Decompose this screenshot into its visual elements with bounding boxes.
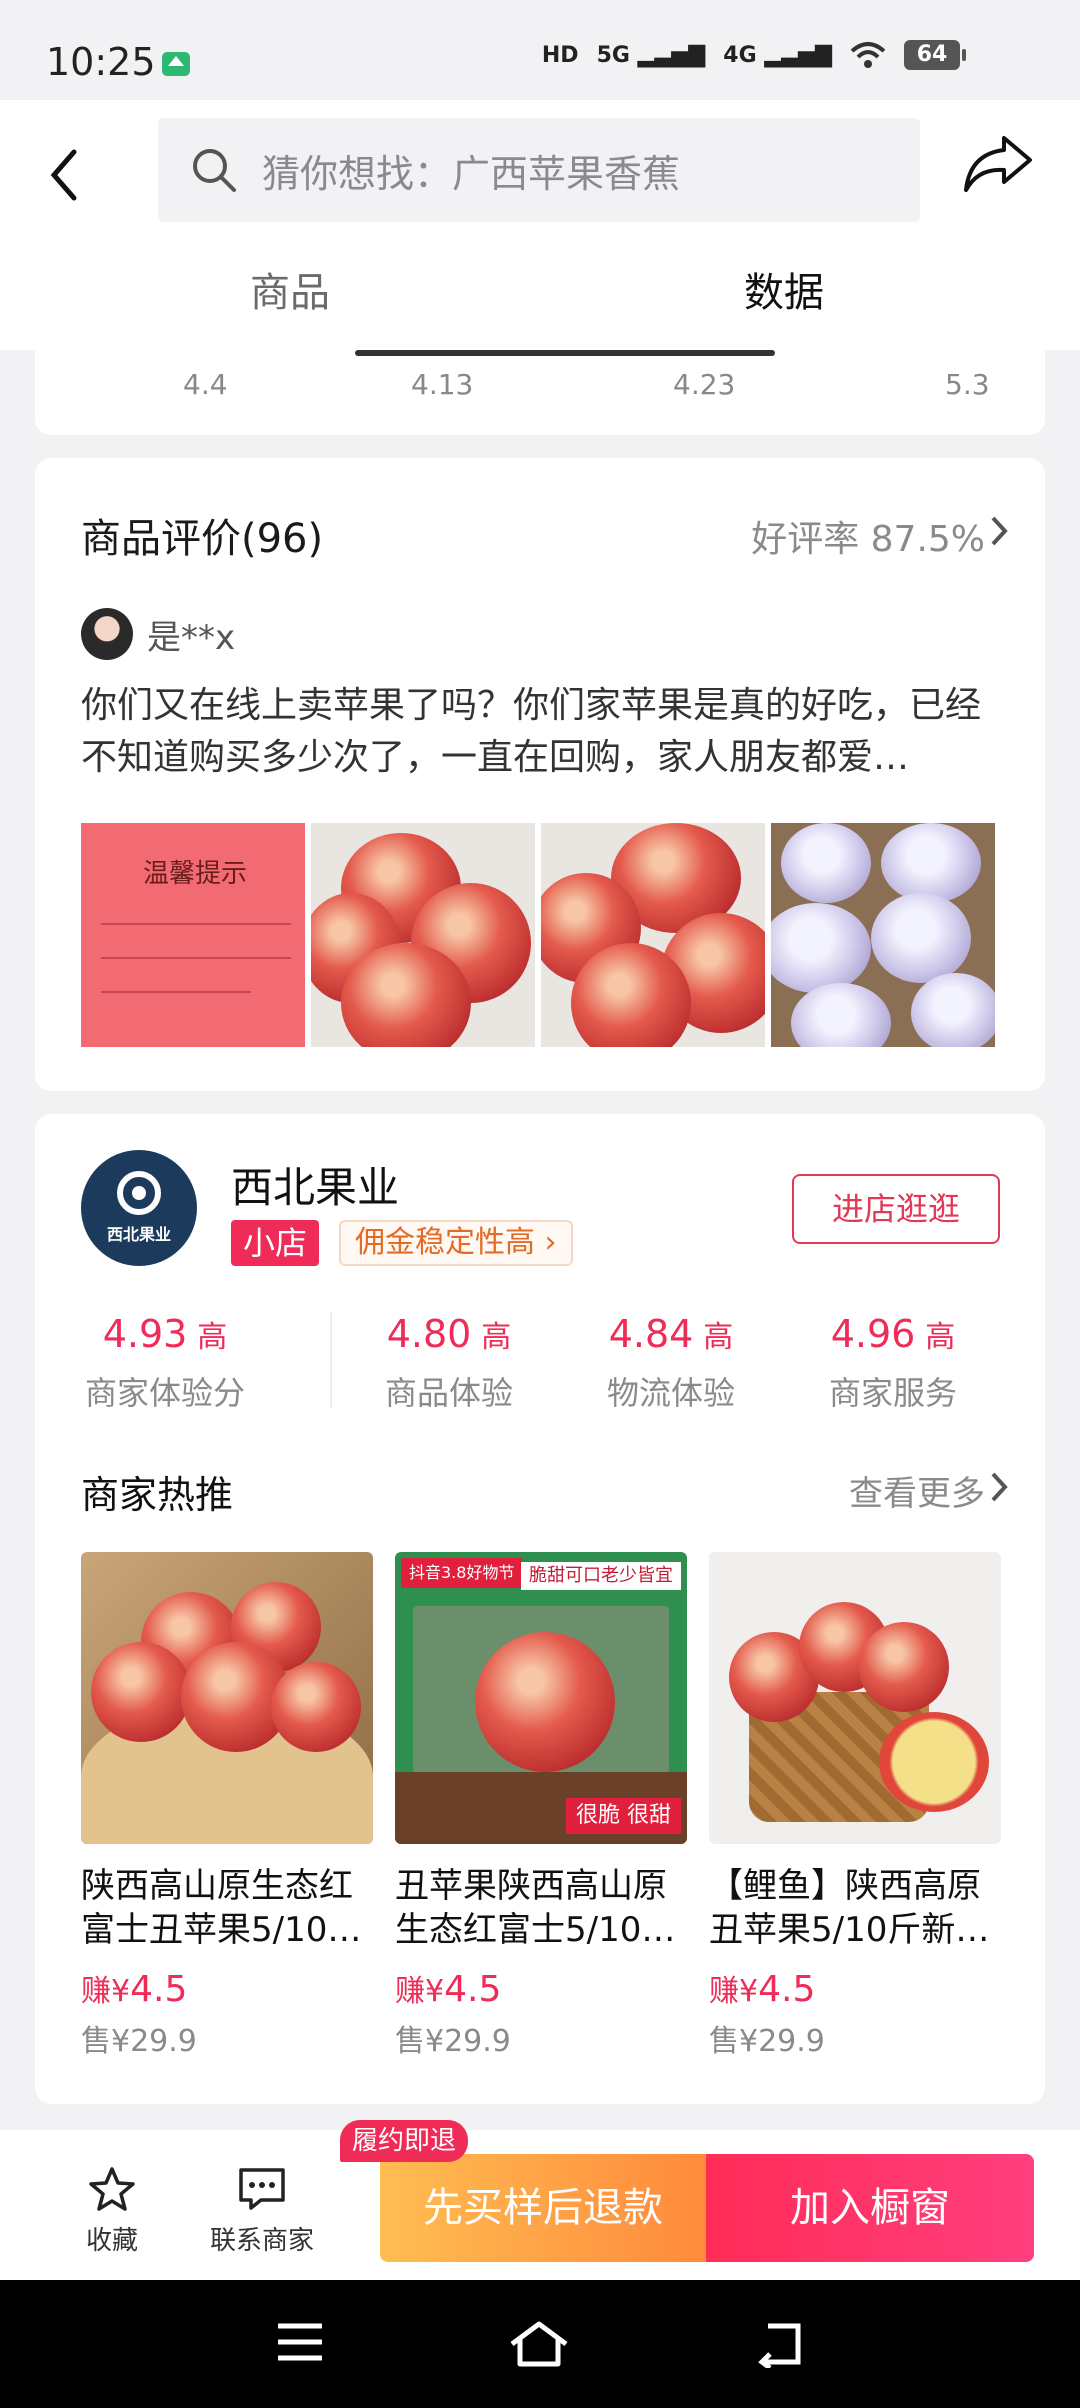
sales-chart-card: 4.4 4.13 4.23 5.3 [35, 350, 1045, 435]
product-card[interactable]: 抖音3.8好物节 脆甜可口老少皆宜 很脆 很甜 丑苹果陕西高山原生态红富士5/1… [395, 1552, 687, 2060]
product-earn: 赚¥4.5 [81, 1969, 188, 2010]
commission-tag[interactable]: 佣金稳定性高 › [339, 1220, 573, 1266]
header: 猜你想找：广西苹果香蕉 商品 数据 [0, 100, 1080, 350]
search-placeholder: 猜你想找：广西苹果香蕉 [262, 151, 681, 196]
metric-logistics: 4.84 高 物流体验 [606, 1312, 735, 1412]
chart-x-tick: 4.13 [411, 368, 474, 401]
product-price: 售¥29.9 [81, 2024, 197, 2059]
metric-shop-score: 4.93 高 商家体验分 [84, 1312, 245, 1412]
back-nav-icon[interactable] [752, 2320, 804, 2368]
favorite-button[interactable]: 收藏 [86, 2166, 138, 2257]
fulfillment-badge: 履约即退 [340, 2120, 469, 2162]
menu-icon[interactable] [276, 2320, 324, 2364]
shop-logo[interactable]: 西北果业 [81, 1150, 197, 1266]
reviewer-name: 是**x [147, 618, 236, 658]
good-rate-link[interactable]: 好评率 87.5% [751, 510, 985, 562]
battery-icon: 64 [904, 40, 966, 70]
chevron-right-icon [991, 1472, 1008, 1502]
home-icon[interactable] [508, 2320, 570, 2368]
chevron-right-icon [991, 516, 1008, 546]
status-indicators: HD 5G ▂▃▅▇ 4G ▂▃▅▇ 64 [541, 40, 966, 70]
app-notification-icon [162, 52, 190, 76]
chart-x-tick: 4.23 [673, 368, 736, 401]
chat-icon [239, 2168, 285, 2210]
review-photo-apples[interactable] [311, 823, 535, 1047]
see-more-link[interactable]: 查看更多 [849, 1466, 985, 1515]
product-card[interactable]: 陕西高山原生态红富士丑苹果5/10… 赚¥4.5 售¥29.9 [81, 1552, 373, 2060]
product-name: 【鲤鱼】陕西高原丑苹果5/10斤新… [709, 1866, 990, 1950]
shop-name[interactable]: 西北果业 [231, 1154, 399, 1215]
review-photos: 温馨提示 [81, 823, 995, 1047]
search-icon [193, 149, 236, 192]
chart-x-tick: 5.3 [945, 368, 990, 401]
product-price: 售¥29.9 [395, 2024, 511, 2059]
product-earn: 赚¥4.5 [395, 1969, 502, 2010]
product-card[interactable]: 【鲤鱼】陕西高原丑苹果5/10斤新… 赚¥4.5 售¥29.9 [709, 1552, 1001, 2060]
search-input[interactable]: 猜你想找：广西苹果香蕉 [158, 118, 920, 222]
product-image [81, 1552, 373, 1844]
share-icon[interactable] [960, 130, 1036, 200]
product-price: 售¥29.9 [709, 2024, 825, 2059]
status-time: 10:25 [46, 40, 156, 84]
shop-card: 西北果业 西北果业 小店 佣金稳定性高 › 进店逛逛 4.93 高 商家体验分 4… [35, 1114, 1045, 2104]
contact-seller-button[interactable]: 联系商家 [210, 2166, 314, 2257]
metric-service: 4.96 高 商家服务 [828, 1312, 957, 1412]
product-name: 陕西高山原生态红富士丑苹果5/10… [81, 1866, 362, 1950]
wifi-icon [850, 42, 886, 68]
product-image: 抖音3.8好物节 脆甜可口老少皆宜 很脆 很甜 [395, 1552, 687, 1844]
bottom-action-bar: 收藏 联系商家 先买样后退款 加入橱窗 履约即退 [0, 2120, 1080, 2280]
review-photo-notice[interactable]: 温馨提示 [81, 823, 305, 1047]
shop-type-badge: 小店 [231, 1220, 320, 1266]
review-title: 商品评价(96) [81, 516, 324, 562]
product-image [709, 1552, 1001, 1844]
tab-data[interactable]: 数据 [744, 260, 824, 318]
tab-products[interactable]: 商品 [250, 260, 330, 318]
metric-product: 4.80 高 商品体验 [384, 1312, 513, 1412]
system-nav-bar [0, 2280, 1080, 2408]
hd-indicator: HD [541, 42, 579, 68]
product-name: 丑苹果陕西高山原生态红富士5/10… [395, 1866, 676, 1950]
review-text[interactable]: 你们又在线上卖苹果了吗？你们家苹果是真的好吃，已经不知道购买多少次了，一直在回购… [81, 680, 1001, 784]
chart-scroll-indicator[interactable] [355, 350, 775, 356]
star-icon [89, 2167, 135, 2211]
chart-x-tick: 4.4 [183, 368, 228, 401]
review-card[interactable]: 商品评价(96) 好评率 87.5% 是**x 你们又在线上卖苹果了吗？你们家苹… [35, 458, 1045, 1091]
review-photo-boxed-apples[interactable] [771, 823, 995, 1047]
add-to-showcase-button[interactable]: 加入橱窗 [706, 2154, 1034, 2262]
metric-divider [330, 1312, 332, 1408]
back-icon[interactable] [40, 140, 90, 210]
reviewer-avatar [81, 608, 133, 660]
review-photo-apples[interactable] [541, 823, 765, 1047]
buy-sample-refund-button[interactable]: 先买样后退款 [380, 2154, 706, 2262]
visit-shop-button[interactable]: 进店逛逛 [792, 1174, 1000, 1244]
signal-5g-icon: 5G ▂▃▅▇ [596, 42, 706, 68]
signal-4g-icon: 4G ▂▃▅▇ [723, 42, 832, 68]
product-earn: 赚¥4.5 [709, 1969, 816, 2010]
hot-section-title: 商家热推 [81, 1473, 234, 1517]
